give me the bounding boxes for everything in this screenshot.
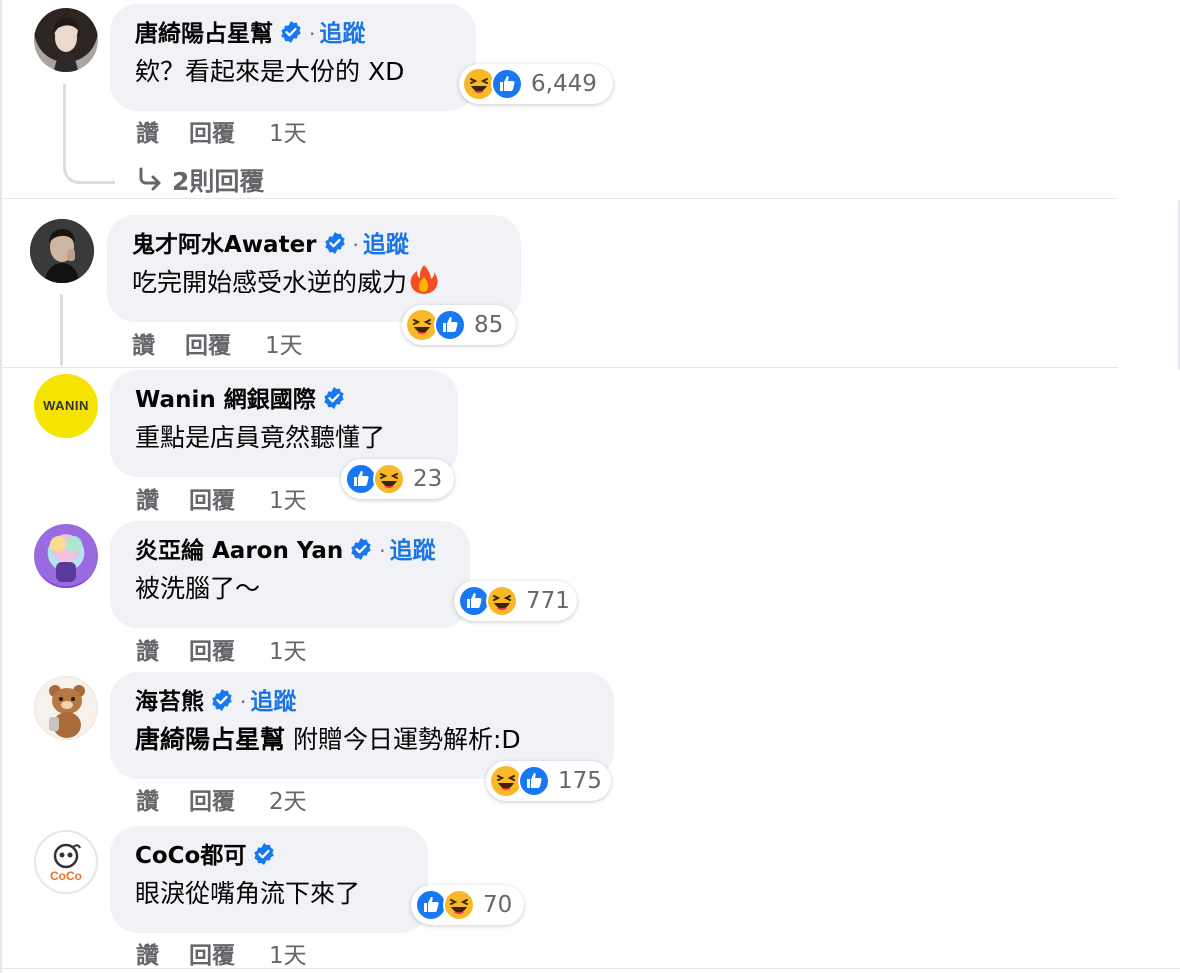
reaction-summary[interactable]: 23 <box>341 459 454 499</box>
comment-actions: 讚回覆 1天 <box>136 481 307 515</box>
verified-badge-icon <box>322 385 346 421</box>
reply-button[interactable]: 回覆 <box>189 936 235 970</box>
reaction-count: 6,449 <box>531 71 597 97</box>
avatar-logo-text: CoCo <box>50 869 82 883</box>
divider <box>2 367 1118 368</box>
reply-button[interactable]: 回覆 <box>189 114 235 148</box>
coco-logo-icon <box>53 843 81 869</box>
thread-connector <box>60 294 63 366</box>
reply-button[interactable]: 回覆 <box>189 782 235 816</box>
bear-avatar-icon <box>49 685 85 738</box>
commenter-name[interactable]: CoCo都可 <box>135 843 246 869</box>
reaction-summary[interactable]: 6,449 <box>459 64 613 104</box>
commenter-name[interactable]: 唐綺陽占星幫 <box>135 21 273 47</box>
reaction-count: 70 <box>483 892 513 918</box>
like-button[interactable]: 讚 <box>136 114 159 148</box>
fire-icon <box>409 263 439 307</box>
follow-button[interactable]: 追蹤 <box>319 21 365 47</box>
like-reaction-icon <box>491 68 523 100</box>
avatar[interactable]: CoCo <box>34 830 98 894</box>
commenter-name[interactable]: 海苔熊 <box>135 689 204 715</box>
comment-bubble: CoCo都可 眼淚從嘴角流下來了 <box>110 826 428 933</box>
reaction-summary[interactable]: 85 <box>402 305 516 345</box>
comment-actions: 讚回覆 1天 <box>136 114 307 148</box>
verified-badge-icon <box>279 19 303 55</box>
comment-text: 眼淚從嘴角流下來了 <box>135 879 361 908</box>
comment-actions: 讚回覆 2天 <box>136 782 307 816</box>
haha-reaction-icon <box>373 463 405 495</box>
thread-connector <box>63 84 115 184</box>
reply-button[interactable]: 回覆 <box>189 632 235 666</box>
commenter-name[interactable]: 鬼才阿水Awater <box>132 232 317 258</box>
like-button[interactable]: 讚 <box>136 782 159 816</box>
like-reaction-icon <box>434 309 466 341</box>
reply-button[interactable]: 回覆 <box>185 326 231 360</box>
comment-text: 吃完開始感受水逆的威力 <box>132 268 408 297</box>
verified-badge-icon <box>210 687 234 723</box>
comment-actions: 讚回覆 1天 <box>132 326 303 360</box>
commenter-name[interactable]: 炎亞綸 Aaron Yan <box>135 538 343 564</box>
comment-timestamp[interactable]: 2天 <box>269 782 307 816</box>
reaction-summary[interactable]: 175 <box>486 761 611 801</box>
comment-bubble: 炎亞綸 Aaron Yan · 追蹤 被洗腦了～ <box>110 521 470 628</box>
like-button[interactable]: 讚 <box>136 936 159 970</box>
reply-button[interactable]: 回覆 <box>189 481 235 515</box>
follow-button[interactable]: 追蹤 <box>390 538 436 564</box>
separator-dot: · <box>309 22 316 46</box>
haha-reaction-icon <box>486 585 518 617</box>
verified-badge-icon <box>252 841 276 877</box>
reaction-summary[interactable]: 70 <box>411 885 524 925</box>
like-button[interactable]: 讚 <box>136 481 159 515</box>
like-reaction-icon <box>518 765 550 797</box>
separator-dot: · <box>352 233 359 257</box>
comment-actions: 讚回覆 1天 <box>136 936 307 970</box>
like-button[interactable]: 讚 <box>132 326 155 360</box>
like-button[interactable]: 讚 <box>136 632 159 666</box>
verified-badge-icon <box>323 230 347 266</box>
comment-timestamp[interactable]: 1天 <box>265 326 303 360</box>
avatar-photo <box>30 219 94 283</box>
divider <box>2 198 1116 199</box>
reaction-count: 771 <box>526 588 570 614</box>
comment-timestamp[interactable]: 1天 <box>269 936 307 970</box>
reaction-summary[interactable]: 771 <box>454 581 577 621</box>
avatar-photo <box>52 17 80 72</box>
avatar[interactable] <box>34 676 98 740</box>
reaction-count: 23 <box>413 466 443 492</box>
reaction-count: 175 <box>558 768 602 794</box>
follow-button[interactable]: 追蹤 <box>363 232 409 258</box>
comment-text: 欸？看起來是大份的 XD <box>135 57 405 86</box>
haha-reaction-icon <box>443 889 475 921</box>
view-replies-link[interactable]: 2則回覆 <box>136 162 264 198</box>
avatar-photo <box>50 534 82 582</box>
avatar[interactable] <box>34 8 98 72</box>
avatar[interactable] <box>34 524 98 588</box>
verified-badge-icon <box>349 536 373 572</box>
reply-arrow-icon <box>136 166 164 198</box>
comment-actions: 讚回覆 1天 <box>136 632 307 666</box>
commenter-name[interactable]: Wanin 網銀國際 <box>135 387 316 413</box>
comment-timestamp[interactable]: 1天 <box>269 114 307 148</box>
comment-text: 附贈今日運勢解析:D <box>292 725 521 754</box>
avatar[interactable]: WANIN <box>34 374 98 438</box>
avatar[interactable] <box>30 219 94 283</box>
separator-dot: · <box>240 690 247 714</box>
comment-timestamp[interactable]: 1天 <box>269 481 307 515</box>
comment-text: 被洗腦了～ <box>135 574 261 603</box>
replies-count-label: 2則回覆 <box>172 167 265 196</box>
separator-dot: · <box>379 539 386 563</box>
avatar-logo-text: WANIN <box>43 398 89 413</box>
reaction-count: 85 <box>474 312 504 338</box>
follow-button[interactable]: 追蹤 <box>250 689 296 715</box>
comment-bubble: 唐綺陽占星幫 · 追蹤 欸？看起來是大份的 XD <box>110 4 476 111</box>
left-border <box>0 0 2 973</box>
comment-text: 重點是店員竟然聽懂了 <box>135 423 386 452</box>
comment-timestamp[interactable]: 1天 <box>269 632 307 666</box>
mention-link[interactable]: 唐綺陽占星幫 <box>135 725 285 754</box>
